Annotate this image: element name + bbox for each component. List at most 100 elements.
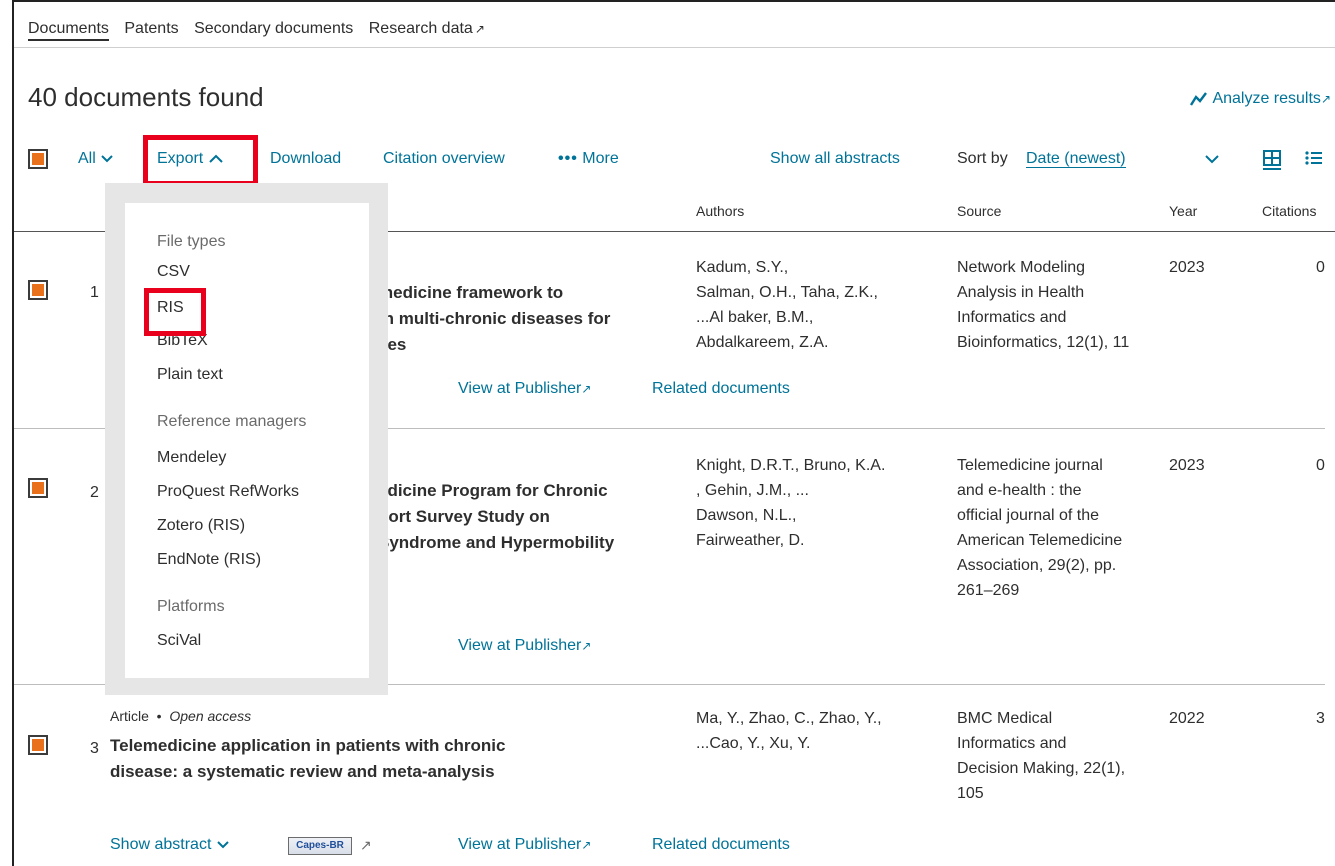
source-line: Analysis in Health: [957, 284, 1085, 301]
row-year: 2022: [1169, 710, 1205, 727]
external-link-icon: ↗: [581, 639, 592, 653]
view-at-publisher-link[interactable]: View at Publisher↗: [458, 380, 591, 398]
row-number: 2: [90, 484, 99, 501]
analyze-results-link[interactable]: Analyze results↗: [1189, 90, 1331, 108]
header-source[interactable]: Source: [957, 203, 1001, 219]
row-number: 1: [90, 284, 99, 301]
show-abstract-label: Show abstract: [110, 836, 212, 853]
external-link-icon: ↗: [1320, 92, 1331, 106]
row-year: 2023: [1169, 259, 1205, 276]
row-number: 3: [90, 740, 99, 757]
export-plain-text-option[interactable]: Plain text: [157, 366, 223, 384]
tab-research-data-label: Research data: [368, 20, 473, 37]
export-mendeley-option[interactable]: Mendeley: [157, 449, 226, 467]
author-line: Fairweather, D.: [696, 532, 805, 549]
source-line: Telemedicine journal: [957, 457, 1103, 474]
source-line: American Telemedicine: [957, 532, 1123, 549]
row-authors: Kadum, S.Y., Salman, O.H., Taha, Z.K., .…: [696, 255, 878, 355]
grid-view-icon[interactable]: [1262, 149, 1282, 171]
row-authors: Knight, D.R.T., Bruno, K.A. , Gehin, J.M…: [696, 453, 885, 553]
chevron-down-icon: [101, 155, 113, 163]
reference-managers-heading: Reference managers: [157, 413, 307, 430]
row-3-checkbox[interactable]: [28, 735, 48, 755]
view-at-publisher-label: View at Publisher: [458, 380, 582, 397]
row-title-line[interactable]: medicine framework to: [378, 280, 563, 306]
header-year[interactable]: Year: [1169, 203, 1197, 219]
row-title-line[interactable]: th multi-chronic diseases for: [378, 306, 610, 332]
more-button[interactable]: ••• More: [558, 150, 619, 168]
row-title-line[interactable]: Telemedicine application in patients wit…: [110, 733, 505, 759]
row-title-line[interactable]: disease: a systematic review and meta-an…: [110, 759, 495, 785]
view-at-publisher-link[interactable]: View at Publisher↗: [458, 836, 591, 854]
tab-patents[interactable]: Patents: [124, 20, 178, 37]
export-highlight-box: [143, 135, 258, 186]
tab-documents[interactable]: Documents: [28, 20, 109, 41]
author-line: , Gehin, J.M., ...: [696, 482, 809, 499]
sort-select[interactable]: Date (newest): [1026, 150, 1226, 168]
tab-research-data[interactable]: Research data ↗: [369, 20, 485, 37]
open-access-label: Open access: [169, 708, 252, 724]
author-line: Knight, D.R.T., Bruno, K.A.: [696, 457, 886, 474]
download-button[interactable]: Download: [270, 150, 341, 168]
external-link-icon: ↗: [581, 382, 592, 396]
view-at-publisher-label: View at Publisher: [458, 637, 582, 654]
source-line: Decision Making, 22(1),: [957, 760, 1126, 777]
export-zotero-option[interactable]: Zotero (RIS): [157, 517, 245, 535]
analyze-results-label: Analyze results: [1212, 90, 1321, 107]
row-citations: 0: [1316, 457, 1325, 474]
file-types-heading: File types: [157, 233, 226, 250]
row-doc-type: Article • Open access: [110, 708, 251, 724]
row-source[interactable]: BMC Medical Informatics and Decision Mak…: [957, 706, 1125, 806]
list-view-icon[interactable]: [1304, 150, 1324, 166]
row-title-line[interactable]: edicine Program for Chronic: [378, 478, 608, 504]
analyze-icon: [1189, 92, 1207, 106]
row-2-checkbox[interactable]: [28, 478, 48, 498]
sort-value: Date (newest): [1026, 150, 1126, 168]
row-title-line[interactable]: hort Survey Study on: [378, 504, 550, 530]
more-label: More: [582, 150, 619, 167]
tab-secondary-documents[interactable]: Secondary documents: [194, 20, 353, 37]
row-source[interactable]: Network Modeling Analysis in Health Info…: [957, 255, 1129, 355]
show-all-abstracts-button[interactable]: Show all abstracts: [770, 150, 900, 168]
author-line: ...Al baker, B.M.,: [696, 309, 814, 326]
chevron-down-icon: [1205, 155, 1219, 164]
row-1-checkbox[interactable]: [28, 280, 48, 300]
capes-br-link[interactable]: Capes-BR ↗: [288, 837, 372, 855]
header-citations[interactable]: Citations: [1262, 203, 1316, 219]
header-authors[interactable]: Authors: [696, 203, 744, 219]
source-line: Informatics and: [957, 735, 1067, 752]
source-line: and e-health : the: [957, 482, 1082, 499]
row-citations: 0: [1316, 259, 1325, 276]
separator-dot: •: [152, 708, 166, 724]
row-title-line[interactable]: Syndrome and Hypermobility: [378, 530, 614, 556]
source-line: Informatics and: [957, 309, 1067, 326]
related-documents-link[interactable]: Related documents: [652, 836, 790, 854]
author-line: Salman, O.H., Taha, Z.K.,: [696, 284, 878, 301]
row-citations: 3: [1316, 710, 1325, 727]
related-documents-link[interactable]: Related documents: [652, 380, 790, 398]
select-all-dropdown[interactable]: All: [78, 150, 114, 168]
author-line: Dawson, N.L.,: [696, 507, 797, 524]
source-line: 261–269: [957, 582, 1020, 599]
export-proquest-refworks-option[interactable]: ProQuest RefWorks: [157, 483, 299, 501]
export-endnote-option[interactable]: EndNote (RIS): [157, 551, 261, 569]
row-year: 2023: [1169, 457, 1205, 474]
citation-overview-button[interactable]: Citation overview: [383, 150, 505, 168]
author-line: Kadum, S.Y.,: [696, 259, 789, 276]
platforms-heading: Platforms: [157, 598, 225, 615]
doc-type-label: Article: [110, 708, 149, 724]
export-scival-option[interactable]: SciVal: [157, 632, 201, 650]
external-link-icon: ↗: [581, 838, 592, 852]
export-csv-option[interactable]: CSV: [157, 263, 190, 281]
source-line: Network Modeling: [957, 259, 1086, 276]
row-source[interactable]: Telemedicine journal and e-health : the …: [957, 453, 1122, 603]
chevron-down-icon: [217, 841, 229, 849]
select-all-checkbox[interactable]: [28, 149, 48, 169]
source-line: official journal of the: [957, 507, 1100, 524]
view-at-publisher-link[interactable]: View at Publisher↗: [458, 637, 591, 655]
capes-br-badge: Capes-BR: [288, 837, 352, 855]
sort-by-label: Sort by: [957, 150, 1008, 167]
view-at-publisher-label: View at Publisher: [458, 836, 582, 853]
tabs-divider: [14, 47, 1335, 48]
show-abstract-button[interactable]: Show abstract: [110, 836, 230, 854]
